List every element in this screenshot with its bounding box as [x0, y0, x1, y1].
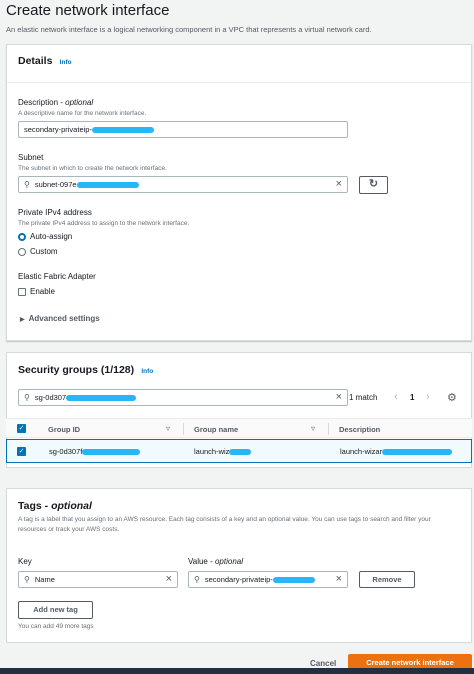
- page-title: Create network interface: [6, 2, 170, 19]
- details-info-link[interactable]: Info: [60, 59, 72, 66]
- remove-tag-button[interactable]: Remove: [359, 571, 415, 588]
- add-new-tag-button[interactable]: Add new tag: [18, 601, 93, 619]
- redaction-mark: [382, 449, 453, 456]
- column-divider: [328, 423, 329, 435]
- subnet-select[interactable]: ⚲ subnet-097e ×: [18, 176, 348, 193]
- row-checkbox-icon[interactable]: ✓: [17, 447, 26, 456]
- advanced-settings-toggle[interactable]: ▶ Advanced settings: [20, 314, 100, 323]
- caret-right-icon: ▶: [20, 317, 25, 323]
- details-title: Details: [18, 55, 53, 67]
- description-optional-tag: optional: [65, 98, 94, 107]
- search-icon: ⚲: [24, 575, 30, 584]
- column-group-name[interactable]: Group name: [194, 425, 238, 434]
- ipv4-hint: The private IPv4 address to assign to th…: [18, 220, 190, 227]
- row-group-id-text: sg-0d307f: [49, 447, 83, 456]
- row-description-text: launch-wizar: [340, 447, 383, 456]
- tags-remaining: You can add 49 more tags: [18, 623, 94, 630]
- refresh-subnets-button[interactable]: ↻: [359, 176, 388, 194]
- tags-description: A tag is a label that you assign to an A…: [18, 516, 431, 533]
- ipv4-auto-assign-label: Auto-assign: [30, 232, 73, 241]
- column-description[interactable]: Description: [339, 425, 380, 434]
- ipv4-custom-label: Custom: [30, 247, 58, 256]
- redaction-mark: [76, 182, 139, 189]
- description-label-text: Description: [18, 98, 59, 107]
- tags-title-dash: -: [41, 500, 52, 512]
- tags-title: Tags: [18, 500, 42, 512]
- tag-value-value: secondary-privateip-: [204, 575, 273, 584]
- footer-bar: [0, 668, 474, 674]
- description-value: secondary-privateip-: [24, 125, 92, 134]
- current-page[interactable]: 1: [410, 393, 414, 402]
- clear-icon[interactable]: ×: [336, 573, 342, 585]
- tag-value-optional-tag: optional: [214, 557, 244, 566]
- tags-optional-tag: optional: [51, 500, 92, 512]
- row-group-id: sg-0d307f: [49, 447, 141, 456]
- security-groups-info-link[interactable]: Info: [141, 368, 153, 375]
- redaction-mark: [272, 577, 315, 584]
- tag-value-input[interactable]: ⚲ secondary-privateip- ×: [188, 571, 348, 588]
- next-page-icon[interactable]: ›: [426, 391, 430, 403]
- description-hint: A descriptive name for the network inter…: [18, 110, 147, 117]
- tags-panel: Tags - optional A tag is a label that yo…: [6, 488, 472, 643]
- security-group-search-value: sg-0d307: [34, 393, 67, 402]
- radio-selected-icon[interactable]: [18, 232, 26, 241]
- search-icon: ⚲: [24, 393, 30, 402]
- row-group-name: launch-wiz: [194, 447, 252, 456]
- row-description: launch-wizar: [340, 447, 453, 456]
- advanced-settings-label: Advanced settings: [28, 314, 100, 323]
- tag-key-input[interactable]: ⚲ Name ×: [18, 571, 178, 588]
- match-count: 1 match: [349, 393, 378, 402]
- security-groups-header: Security groups (1/128) Info: [18, 364, 153, 376]
- tag-key-value: Name: [34, 575, 55, 584]
- select-all-checkbox-icon[interactable]: ✓: [17, 424, 26, 433]
- subnet-hint: The subnet in which to create the networ…: [18, 165, 167, 172]
- description-input[interactable]: secondary-privateip-: [18, 121, 348, 138]
- tag-key-label: Key: [18, 557, 32, 566]
- sort-down-icon[interactable]: ▿: [166, 424, 170, 433]
- security-groups-title: Security groups (1/128): [18, 364, 135, 376]
- clear-icon[interactable]: ×: [166, 573, 172, 585]
- security-groups-table-header: ✓ Group ID ▿ Group name ▿ Description: [6, 418, 472, 438]
- details-header: Details Info: [7, 45, 471, 83]
- efa-label: Elastic Fabric Adapter: [18, 272, 96, 281]
- details-panel: Details Info Description - optional A de…: [6, 44, 472, 341]
- efa-enable-checkbox[interactable]: Enable: [18, 287, 55, 296]
- subnet-label: Subnet: [18, 153, 44, 162]
- efa-enable-label: Enable: [30, 287, 55, 296]
- redaction-mark: [82, 449, 141, 456]
- clear-icon[interactable]: ×: [336, 391, 342, 403]
- ipv4-custom-option[interactable]: Custom: [18, 247, 58, 256]
- cancel-button[interactable]: Cancel: [310, 659, 336, 668]
- settings-gear-icon[interactable]: ⚙: [447, 391, 457, 404]
- redaction-mark: [229, 449, 252, 456]
- search-icon: ⚲: [194, 575, 200, 584]
- tags-header: Tags - optional: [18, 500, 92, 512]
- tag-value-label: Value - optional: [188, 557, 244, 566]
- radio-icon[interactable]: [18, 247, 26, 256]
- column-group-id[interactable]: Group ID: [48, 425, 80, 434]
- ipv4-auto-assign-option[interactable]: Auto-assign: [18, 232, 72, 241]
- redaction-mark: [66, 395, 137, 402]
- subnet-value: subnet-097e: [34, 180, 77, 189]
- refresh-icon: ↻: [368, 178, 379, 190]
- row-group-name-text: launch-wiz: [194, 447, 230, 456]
- security-group-search-input[interactable]: ⚲ sg-0d307 ×: [18, 389, 348, 406]
- redaction-mark: [91, 127, 154, 134]
- tag-value-label-text: Value: [188, 557, 208, 566]
- page-description: An elastic network interface is a logica…: [6, 25, 372, 34]
- table-row[interactable]: ✓ sg-0d307f launch-wiz launch-wizar: [6, 439, 472, 463]
- checkbox-icon[interactable]: [18, 287, 26, 296]
- sort-down-icon[interactable]: ▿: [311, 424, 315, 433]
- ipv4-label: Private IPv4 address: [18, 208, 92, 217]
- description-label: Description - optional: [18, 98, 94, 107]
- column-divider: [183, 423, 184, 435]
- prev-page-icon[interactable]: ‹: [394, 391, 398, 403]
- search-icon: ⚲: [24, 180, 30, 189]
- clear-icon[interactable]: ×: [336, 178, 342, 190]
